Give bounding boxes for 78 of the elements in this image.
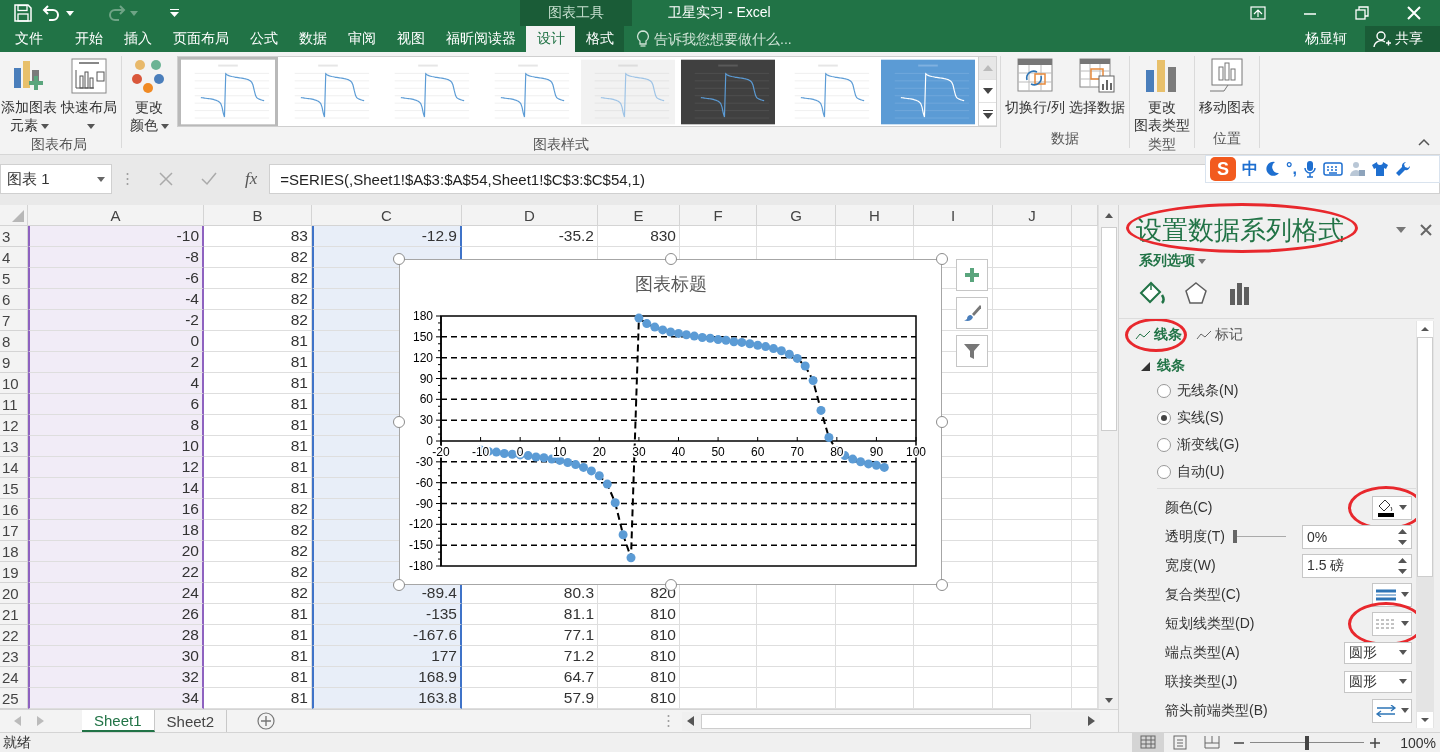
table-cell: 24	[28, 583, 204, 604]
field-label: 宽度(W)	[1165, 556, 1216, 575]
group-label: 数据	[1049, 129, 1080, 148]
table-cell: 34	[28, 688, 204, 709]
field-label: 短划线类型(D)	[1165, 614, 1255, 633]
contextual-tab-label: 图表工具	[520, 0, 632, 26]
table-cell: 810	[598, 646, 680, 667]
table-cell: -167.6	[312, 625, 462, 646]
field-label: 透明度(T)	[1165, 527, 1225, 546]
table-cell: 4	[28, 373, 204, 394]
table-cell: 163.8	[312, 688, 462, 709]
axis-label: 120	[412, 350, 433, 365]
table-cell: 22	[28, 562, 204, 583]
table-cell: 18	[28, 520, 204, 541]
axis-label: 30	[631, 444, 646, 459]
group-label: 位置	[1211, 129, 1242, 148]
table-cell: -12.9	[312, 226, 462, 247]
axis-label: 50	[710, 444, 725, 459]
table-cell: -4	[28, 289, 204, 310]
window-title: 卫星实习 - Excel	[668, 4, 771, 22]
table-cell: 830	[598, 226, 680, 247]
axis-label: 90	[419, 371, 433, 385]
table-cell: 64.7	[462, 667, 598, 688]
table-cell: 71.2	[462, 646, 598, 667]
pane-title: 设置数据系列格式	[1136, 214, 1344, 245]
table-cell: 81.1	[462, 604, 598, 625]
axis-label: 150	[412, 329, 433, 344]
axis-label: 90	[869, 444, 883, 459]
axis-label: 0	[425, 433, 433, 448]
axis-label: -150	[408, 537, 433, 552]
axis-label: -60	[415, 475, 433, 490]
axis-label: -90	[415, 496, 433, 510]
table-cell: 20	[28, 541, 204, 562]
axis-label: -120	[408, 516, 433, 531]
table-cell: 10	[28, 436, 204, 457]
table-cell: 2	[28, 352, 204, 373]
table-cell: 810	[598, 667, 680, 688]
axis-label: -180	[408, 558, 433, 573]
table-cell: -35.2	[462, 226, 598, 247]
table-cell: 30	[28, 646, 204, 667]
axis-label: 30	[419, 412, 433, 427]
table-cell: 6	[28, 394, 204, 415]
table-cell: 77.1	[462, 625, 598, 646]
table-cell: -6	[28, 268, 204, 289]
table-cell: 26	[28, 604, 204, 625]
table-cell: 16	[28, 499, 204, 520]
table-cell: -135	[312, 604, 462, 625]
table-cell: 28	[28, 625, 204, 646]
group-label: 图表布局	[30, 135, 88, 154]
table-cell: -10	[28, 226, 204, 247]
field-label: 端点类型(A)	[1165, 643, 1240, 662]
axis-label: 180	[412, 308, 433, 323]
field-label: 联接类型(J)	[1165, 672, 1238, 691]
group-label: 类型	[1146, 135, 1177, 154]
table-cell: 810	[598, 625, 680, 646]
status-text: 就绪	[2, 733, 31, 752]
field-label: 颜色(C)	[1165, 498, 1213, 517]
table-cell: 14	[28, 478, 204, 499]
axis-label: 60	[750, 444, 764, 459]
table-cell: -2	[28, 310, 204, 331]
field-label: 复合类型(C)	[1165, 585, 1241, 604]
table-cell: 12	[28, 457, 204, 478]
axis-label: 60	[419, 391, 433, 406]
axis-label: 70	[790, 444, 804, 459]
table-cell: -8	[28, 247, 204, 268]
axis-label: -30	[415, 454, 433, 469]
group-label: 图表样式	[532, 135, 590, 154]
table-cell: -89.4	[312, 583, 462, 604]
axis-label: 10	[552, 444, 566, 459]
table-cell: 177	[312, 646, 462, 667]
axis-label: 20	[592, 444, 606, 459]
table-cell: 0	[28, 331, 204, 352]
field-label: 箭头前端类型(B)	[1165, 701, 1268, 720]
table-cell: 8	[28, 415, 204, 436]
table-cell: 32	[28, 667, 204, 688]
table-cell: 168.9	[312, 667, 462, 688]
table-cell: 810	[598, 604, 680, 625]
axis-label: 40	[671, 444, 685, 459]
